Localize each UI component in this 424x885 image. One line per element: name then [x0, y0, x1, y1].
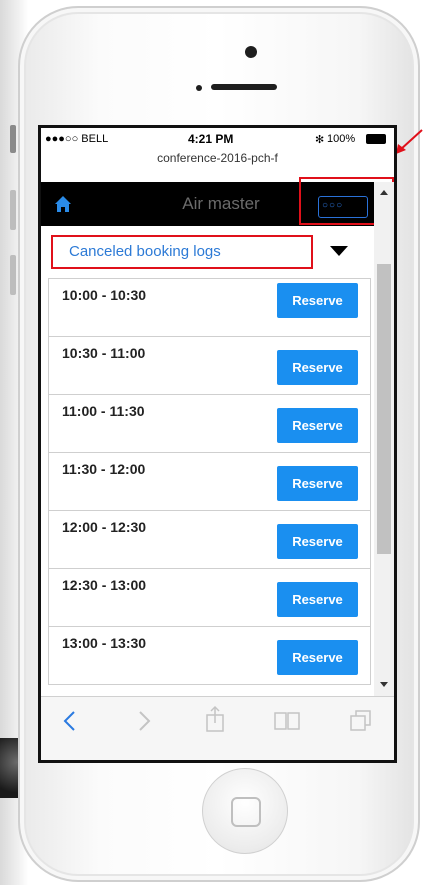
log-select-dropdown[interactable]: Canceled booking logs [48, 227, 374, 277]
background-mark [10, 255, 16, 295]
browser-toolbar [41, 696, 394, 760]
reserve-button[interactable]: Reserve [277, 466, 358, 501]
background-mark [10, 190, 16, 230]
scroll-down-arrow[interactable] [380, 682, 388, 687]
url-text: conference-2016-pch-f [157, 151, 278, 165]
slot-time: 12:00 - 12:30 [62, 519, 147, 535]
scrollbar[interactable] [374, 182, 394, 696]
battery-icon [366, 134, 386, 144]
list-item: 12:30 - 13:00 Reserve [48, 569, 371, 627]
list-item: 11:30 - 12:00 Reserve [48, 453, 371, 511]
reserve-button[interactable]: Reserve [277, 408, 358, 443]
reserve-button[interactable]: Reserve [277, 582, 358, 617]
phone-screen: ●●●○○ BELL 4:21 PM ✻ 100% conference-201… [38, 125, 397, 763]
reserve-button[interactable]: Reserve [277, 283, 358, 318]
scrollbar-thumb[interactable] [377, 264, 391, 554]
camera-dot [245, 46, 257, 58]
share-icon[interactable] [204, 705, 226, 733]
status-bar: ●●●○○ BELL 4:21 PM ✻ 100% [41, 128, 394, 148]
list-item: 11:00 - 11:30 Reserve [48, 395, 371, 453]
battery-percent: 100% [327, 133, 356, 145]
list-item: 12:00 - 12:30 Reserve [48, 511, 371, 569]
speaker-grille [211, 84, 277, 90]
home-icon[interactable] [53, 193, 73, 215]
home-hardware-button[interactable] [202, 768, 288, 854]
background-mark [10, 125, 16, 153]
list-item: 13:00 - 13:30 Reserve [48, 627, 371, 685]
reserve-button[interactable]: Reserve [277, 524, 358, 559]
dropdown-selected-value[interactable]: Canceled booking logs [51, 235, 313, 269]
sensor-dot [196, 85, 202, 91]
slot-time: 11:00 - 11:30 [62, 403, 145, 419]
scroll-up-arrow[interactable] [380, 190, 388, 195]
slot-time: 11:30 - 12:00 [62, 461, 146, 477]
list-item: 10:00 - 10:30 Reserve [48, 278, 371, 337]
chevron-left-icon[interactable] [61, 709, 77, 733]
reserve-button[interactable]: Reserve [277, 350, 358, 385]
list-item: 10:30 - 11:00 Reserve [48, 337, 371, 395]
slot-time: 12:30 - 13:00 [62, 577, 147, 593]
clock: 4:21 PM [188, 132, 234, 146]
slot-time: 10:00 - 10:30 [62, 287, 147, 303]
page-title: Air master [182, 194, 260, 213]
chevron-right-icon[interactable] [137, 709, 153, 733]
book-icon[interactable] [273, 709, 301, 733]
slot-time: 10:30 - 11:00 [62, 345, 146, 361]
time-slot-list: 10:00 - 10:30 Reserve 10:30 - 11:00 Rese… [48, 278, 371, 696]
tabs-icon[interactable] [349, 709, 373, 733]
reserve-button[interactable]: Reserve [277, 640, 358, 675]
bluetooth-icon: ✻ [315, 134, 325, 146]
caret-down-icon[interactable] [330, 246, 348, 256]
carrier-label: ●●●○○ BELL [45, 133, 109, 145]
slot-time: 13:00 - 13:30 [62, 635, 147, 651]
home-button-square [231, 797, 261, 827]
